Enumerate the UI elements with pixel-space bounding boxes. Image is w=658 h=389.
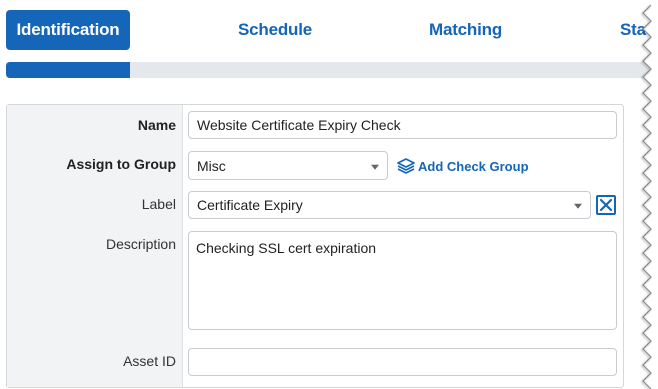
asset-id-label: Asset ID [123,353,176,369]
group-select[interactable]: Misc [188,151,388,180]
tab-identification[interactable]: Identification [6,10,130,50]
description-value: Checking SSL cert expiration [196,240,377,256]
add-check-group-label: Add Check Group [418,158,529,174]
label-value: Certificate Expiry [197,197,303,213]
name-input[interactable]: Website Certificate Expiry Check [188,111,617,139]
torn-edge [642,0,658,389]
assign-group-label: Assign to Group [66,156,176,172]
group-value: Misc [197,157,226,174]
description-textarea[interactable]: Checking SSL cert expiration [188,231,617,330]
add-check-group-link[interactable]: Add Check Group [397,156,529,176]
asset-id-input[interactable] [188,348,617,376]
name-value: Website Certificate Expiry Check [197,117,401,133]
description-label: Description [105,236,176,252]
tab-schedule[interactable]: Schedule [238,10,312,50]
label-field-label: Label [141,196,176,212]
name-label: Name [137,117,176,133]
identification-form: Name Website Certificate Expiry Check As… [6,104,624,388]
tab-matching[interactable]: Matching [429,10,502,50]
chevron-down-icon [371,164,379,170]
clear-label-button[interactable] [596,195,616,215]
layers-icon [397,158,415,174]
step-progress-fill [6,62,130,78]
chevron-down-icon [574,203,582,209]
step-progress-bar [6,62,658,78]
label-select[interactable]: Certificate Expiry [188,191,591,219]
close-box-icon [599,198,613,212]
